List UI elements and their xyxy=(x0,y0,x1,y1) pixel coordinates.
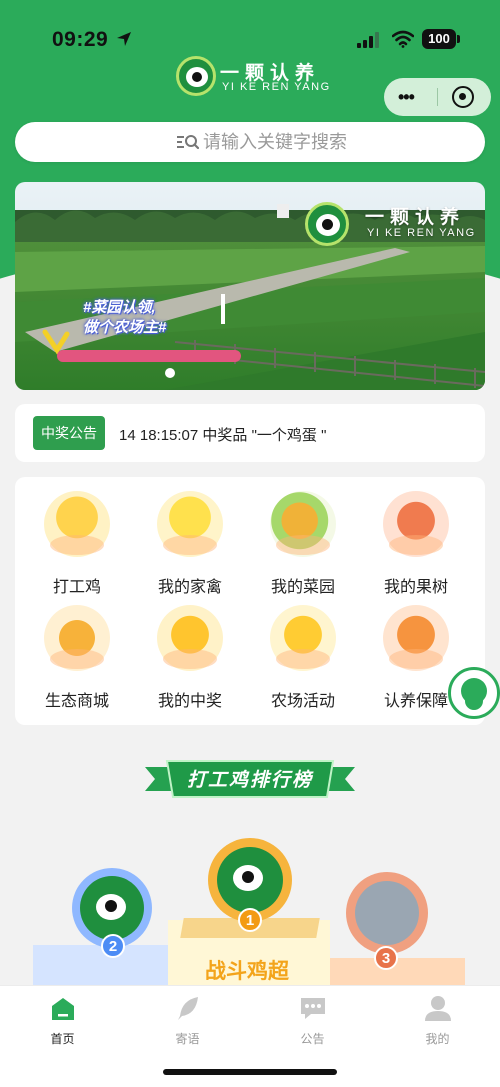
tab-label: 首页 xyxy=(50,1032,75,1046)
menu-item-my-fruit-tree[interactable]: 我的果树 xyxy=(356,477,468,596)
slogan-line-2: 做个农场主# xyxy=(83,319,167,336)
rank-3-avatar[interactable] xyxy=(355,881,419,945)
prize-notice-bar[interactable]: 中奖公告 14 18:15:07 中奖品 "一个鸡蛋 " xyxy=(15,404,485,462)
golden-egg-icon xyxy=(157,605,223,671)
tab-message[interactable]: 寄语 xyxy=(125,992,250,1048)
miniprogram-capsule: ••• xyxy=(384,78,491,116)
menu-item-eco-mall[interactable]: 生态商城 xyxy=(17,591,129,710)
tab-label: 我的 xyxy=(425,1032,450,1046)
rank-2-badge: 2 xyxy=(101,934,125,958)
user-icon xyxy=(425,996,451,1021)
home-indicator xyxy=(163,1069,337,1075)
menu-item-my-garden[interactable]: 我的菜园 xyxy=(243,477,355,596)
banner-logo-cn: 一颗认养 xyxy=(365,207,466,228)
slogan-highlight-bar xyxy=(57,350,241,362)
rank-2-avatar[interactable] xyxy=(80,876,144,940)
tab-profile[interactable]: 我的 xyxy=(375,992,500,1048)
slogan-line-1: #菜园认领, xyxy=(83,299,156,316)
tab-home[interactable]: 首页 xyxy=(0,992,125,1048)
tab-announcement[interactable]: 公告 xyxy=(250,992,375,1048)
rank-1-avatar[interactable] xyxy=(217,847,283,913)
chick-icon xyxy=(157,491,223,557)
first-place-name: 战斗鸡超 xyxy=(205,960,289,983)
coin-star-icon xyxy=(270,605,336,671)
close-miniprogram-icon[interactable] xyxy=(452,86,474,108)
app-logo: 一颗认养 YI KE REN YANG xyxy=(176,56,336,98)
capsule-divider xyxy=(437,88,438,106)
banner-slogan: #菜园认领, 做个农场主# xyxy=(83,298,166,338)
fruit-basket-icon xyxy=(383,491,449,557)
ranking-title: 打工鸡排行榜 xyxy=(186,770,313,791)
carousel-indicator[interactable] xyxy=(165,368,175,378)
search-icon xyxy=(177,135,199,150)
wifi-icon xyxy=(392,30,414,48)
shopping-bag-icon xyxy=(44,605,110,671)
shield-check-icon xyxy=(383,605,449,671)
customer-service-icon[interactable] xyxy=(448,667,500,719)
cellular-signal-icon xyxy=(357,32,379,48)
chick-worker-icon xyxy=(44,491,110,557)
menu-item-my-prizes[interactable]: 我的中奖 xyxy=(130,591,242,710)
eye-logo-icon xyxy=(176,56,216,96)
podium-third xyxy=(330,958,465,985)
logo-text-en: YI KE REN YANG xyxy=(222,81,331,93)
menu-item-worker-chicken[interactable]: 打工鸡 xyxy=(17,477,129,596)
status-bar: 09:29 100 xyxy=(0,28,500,56)
location-arrow-icon xyxy=(117,32,131,46)
menu-item-label: 我的中奖 xyxy=(157,693,222,710)
rank-3-badge: 3 xyxy=(374,946,398,970)
message-icon xyxy=(301,998,325,1019)
menu-item-label: 生态商城 xyxy=(44,693,109,710)
notice-message: 14 18:15:07 中奖品 "一个鸡蛋 " xyxy=(119,427,327,444)
menu-item-my-poultry[interactable]: 我的家禽 xyxy=(130,477,242,596)
search-bar[interactable] xyxy=(15,122,485,162)
home-icon xyxy=(52,998,74,1020)
menu-item-label: 农场活动 xyxy=(270,693,335,710)
banner-logo-en: YI KE REN YANG xyxy=(367,227,476,239)
status-time: 09:29 xyxy=(52,28,109,51)
rank-1-badge: 1 xyxy=(238,908,262,932)
tab-label: 寄语 xyxy=(175,1032,200,1046)
promo-banner[interactable]: 一颗认养 YI KE REN YANG #菜园认领, 做个农场主# xyxy=(15,182,485,390)
more-options-icon[interactable]: ••• xyxy=(398,88,415,106)
feature-menu-grid: 打工鸡 我的家禽 我的菜园 我的果树 生态商城 我的中奖 农场活动 认养保障 xyxy=(15,477,485,725)
search-input[interactable] xyxy=(203,130,453,154)
battery-icon: 100 xyxy=(422,29,460,49)
eye-logo-icon xyxy=(305,202,349,246)
menu-item-farm-activities[interactable]: 农场活动 xyxy=(243,591,355,710)
tab-label: 公告 xyxy=(300,1032,325,1046)
feather-icon xyxy=(178,997,198,1020)
vegetable-icon xyxy=(270,491,336,557)
notice-tag: 中奖公告 xyxy=(33,416,105,450)
